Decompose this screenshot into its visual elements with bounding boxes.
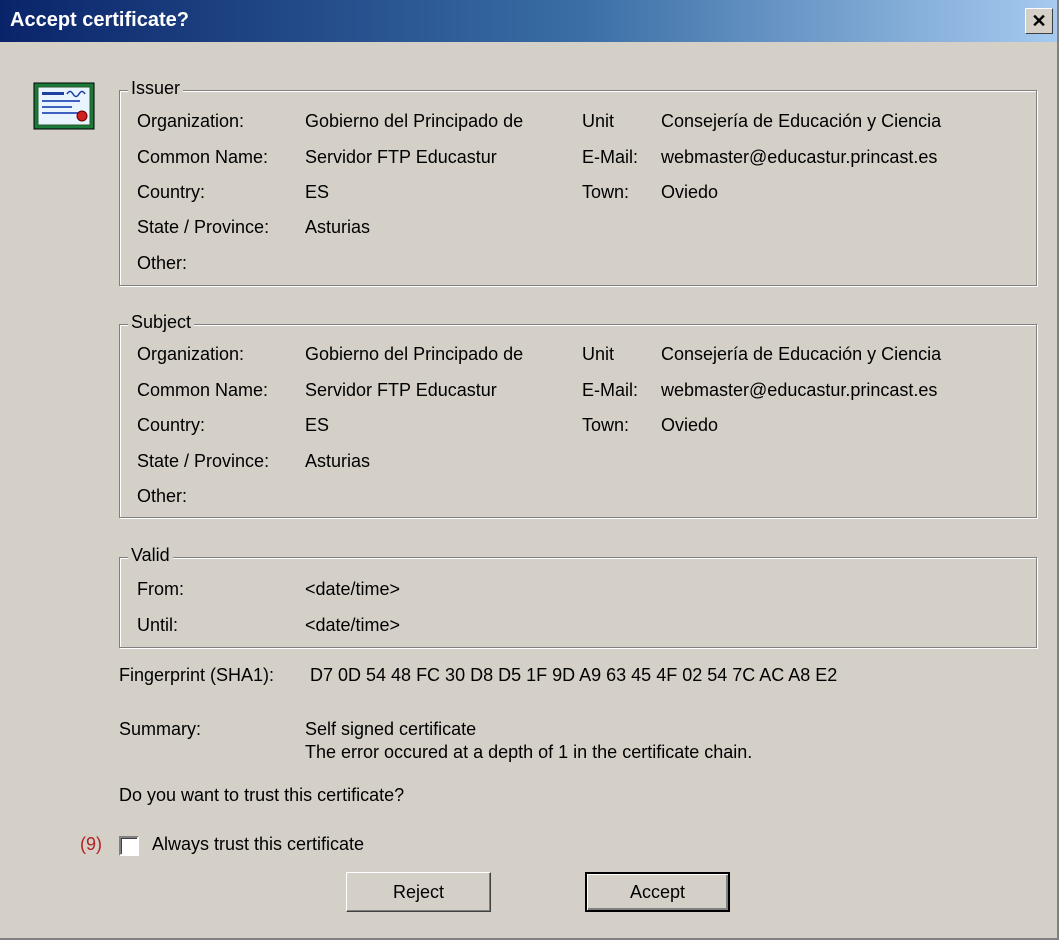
valid-until-value: <date/time>	[305, 615, 401, 635]
issuer-country-label: Country:	[137, 182, 206, 202]
subject-state-value: Asturias	[305, 451, 371, 471]
valid-until-label: Until:	[137, 615, 179, 635]
fingerprint-label: Fingerprint (SHA1):	[119, 665, 275, 685]
subject-town-label: Town:	[582, 415, 630, 435]
subject-email-value: webmaster@educastur.princast.es	[661, 380, 938, 400]
trust-question: Do you want to trust this certificate?	[119, 785, 405, 805]
issuer-town-label: Town:	[582, 182, 630, 202]
subject-organization-value: Gobierno del Principado de	[305, 344, 524, 364]
subject-unit-label: Unit	[582, 344, 615, 364]
close-icon: ✕	[1031, 10, 1047, 31]
subject-legend: Subject	[128, 312, 195, 333]
issuer-organization-value: Gobierno del Principado de	[305, 111, 524, 131]
subject-town-value: Oviedo	[661, 415, 719, 435]
issuer-common-name-value: Servidor FTP Educastur	[305, 147, 497, 167]
issuer-email-value: webmaster@educastur.princast.es	[661, 147, 938, 167]
subject-common-name-value: Servidor FTP Educastur	[305, 380, 497, 400]
subject-other-label: Other:	[137, 486, 188, 506]
annotation-marker: (9)	[80, 834, 102, 854]
subject-email-label: E-Mail:	[582, 380, 639, 400]
summary-label: Summary:	[119, 719, 202, 739]
accept-certificate-dialog: Accept certificate? ✕ Issuer Organizatio…	[0, 0, 1059, 940]
issuer-state-label: State / Province:	[137, 217, 270, 237]
issuer-legend: Issuer	[128, 78, 184, 99]
title-bar: Accept certificate? ✕	[0, 0, 1057, 42]
valid-group: Valid	[119, 545, 1037, 648]
summary-line-2: The error occured at a depth of 1 in the…	[305, 742, 753, 762]
issuer-unit-label: Unit	[582, 111, 615, 131]
always-trust-checkbox[interactable]	[119, 836, 139, 856]
issuer-email-label: E-Mail:	[582, 147, 639, 167]
accept-button[interactable]: Accept	[585, 872, 730, 912]
window-title: Accept certificate?	[10, 9, 189, 31]
valid-from-label: From:	[137, 579, 184, 599]
issuer-organization-label: Organization:	[137, 111, 245, 131]
subject-organization-label: Organization:	[137, 344, 245, 364]
subject-country-value: ES	[305, 415, 330, 435]
subject-common-name-label: Common Name:	[137, 380, 269, 400]
reject-button[interactable]: Reject	[346, 872, 491, 912]
issuer-country-value: ES	[305, 182, 330, 202]
valid-legend: Valid	[128, 545, 173, 566]
always-trust-label[interactable]: Always trust this certificate	[152, 834, 364, 855]
subject-country-label: Country:	[137, 415, 206, 435]
issuer-town-value: Oviedo	[661, 182, 719, 202]
certificate-icon	[33, 82, 95, 130]
close-button[interactable]: ✕	[1025, 8, 1053, 34]
fingerprint-value: D7 0D 54 48 FC 30 D8 D5 1F 9D A9 63 45 4…	[310, 665, 838, 685]
issuer-common-name-label: Common Name:	[137, 147, 269, 167]
summary-line-1: Self signed certificate	[305, 719, 477, 739]
issuer-unit-value: Consejería de Educación y Ciencia	[661, 111, 942, 131]
issuer-other-label: Other:	[137, 253, 188, 273]
issuer-state-value: Asturias	[305, 217, 371, 237]
subject-state-label: State / Province:	[137, 451, 270, 471]
valid-from-value: <date/time>	[305, 579, 401, 599]
subject-unit-value: Consejería de Educación y Ciencia	[661, 344, 942, 364]
